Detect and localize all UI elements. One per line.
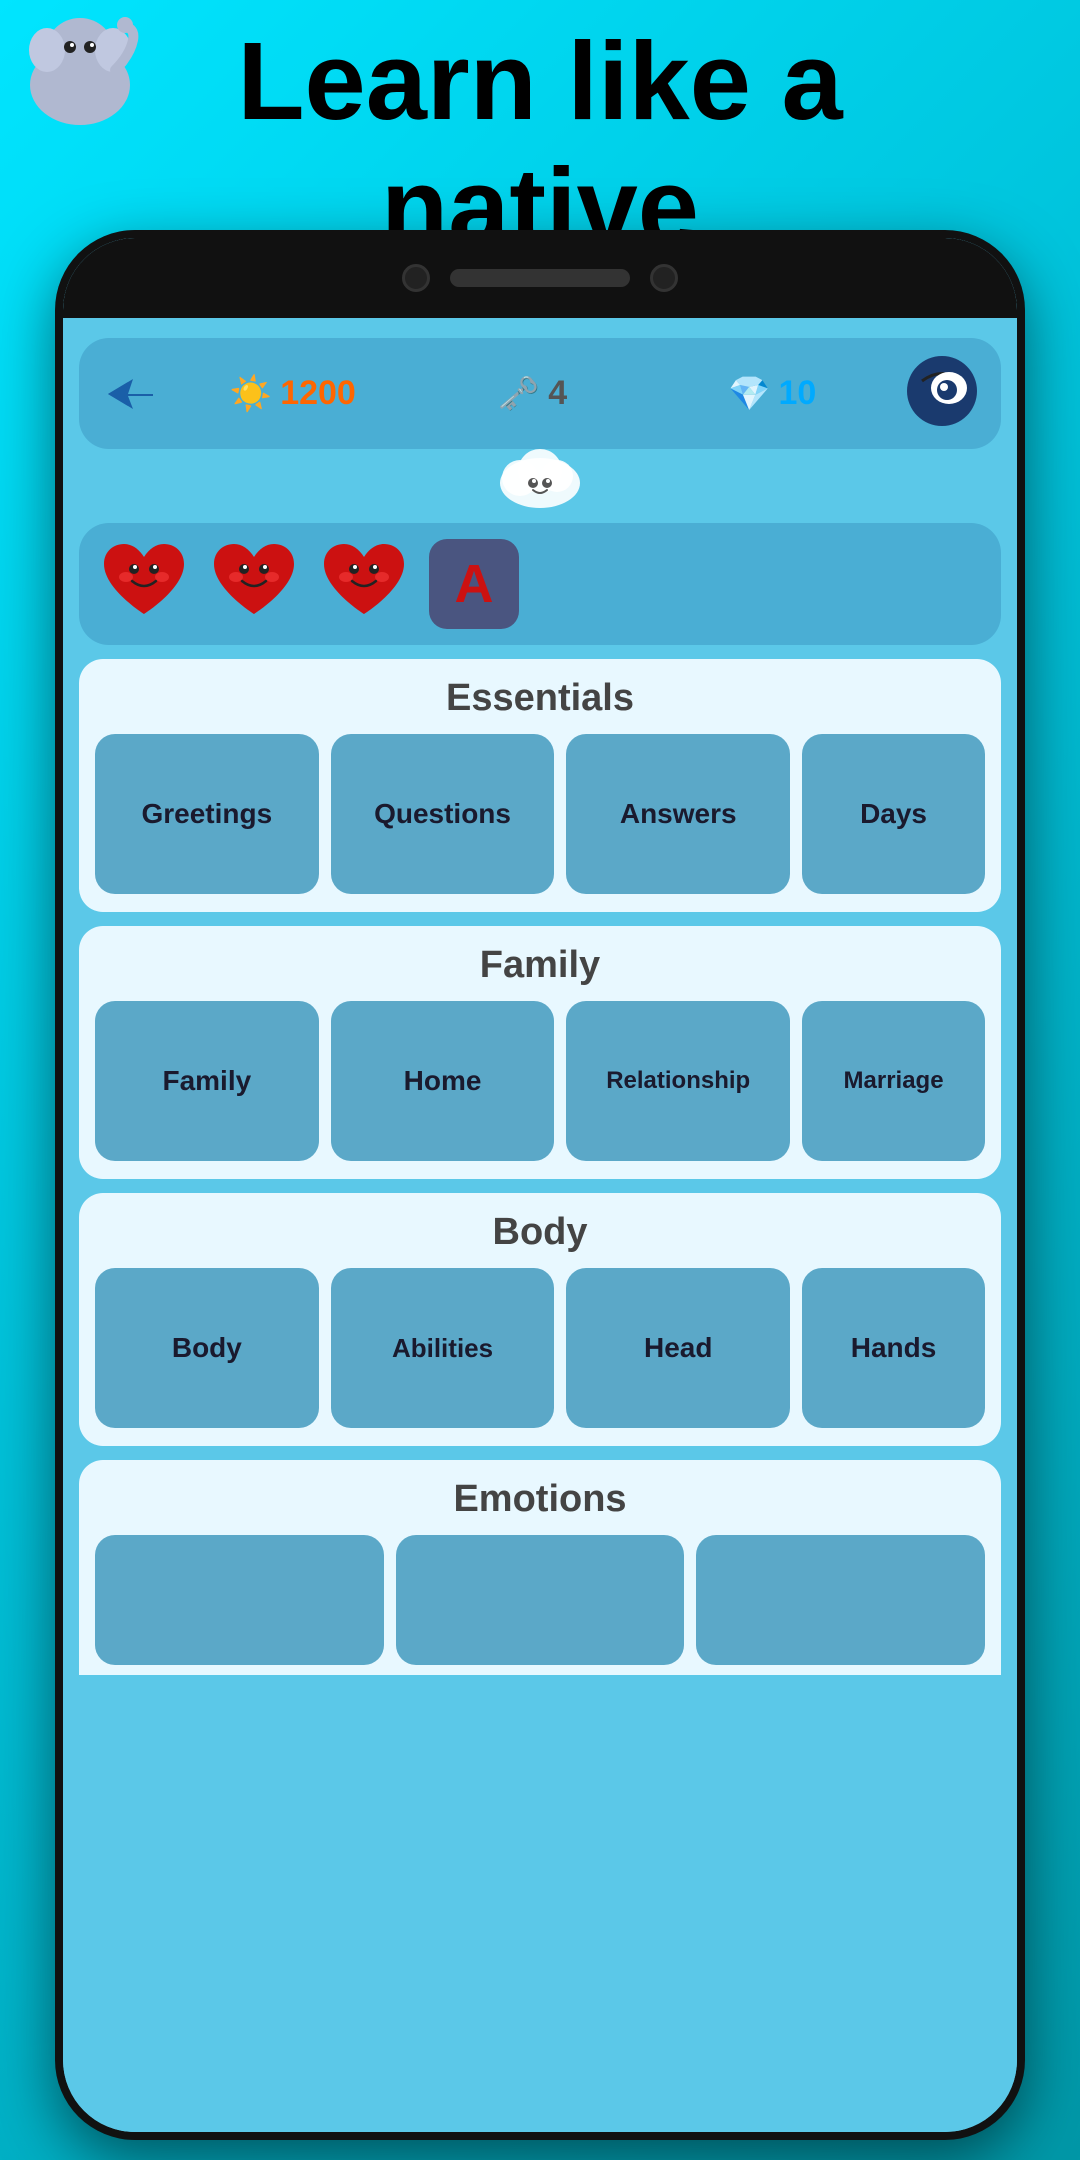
body-grid: Body Abilities Head Hands xyxy=(95,1268,985,1428)
item-home[interactable]: Home xyxy=(331,1001,555,1161)
xp-icon: ☀️ xyxy=(230,374,272,414)
emotions-grid xyxy=(95,1535,985,1665)
camera-right xyxy=(650,264,678,292)
cloud-mascot-container xyxy=(79,433,1001,513)
body-section: Body Body Abilities Head Hands xyxy=(79,1193,1001,1446)
item-greetings[interactable]: Greetings xyxy=(95,734,319,894)
key-value: 4 xyxy=(548,374,567,413)
heart-3 xyxy=(319,539,409,629)
item-abilities[interactable]: Abilities xyxy=(331,1268,555,1428)
item-head[interactable]: Head xyxy=(566,1268,790,1428)
heart-2 xyxy=(209,539,299,629)
phone-top-bar xyxy=(63,238,1017,318)
item-answers[interactable]: Answers xyxy=(566,734,790,894)
item-body[interactable]: Body xyxy=(95,1268,319,1428)
gem-value: 10 xyxy=(778,374,816,413)
item-emotion-3[interactable] xyxy=(696,1535,985,1665)
phone-screen: ☀️ 1200 🗝️ 4 💎 10 xyxy=(63,238,1017,2132)
hearts-row: A xyxy=(79,523,1001,645)
screen-content[interactable]: ☀️ 1200 🗝️ 4 💎 10 xyxy=(63,318,1017,2132)
item-emotion-2[interactable] xyxy=(396,1535,685,1665)
mascot-elephant xyxy=(15,15,145,140)
family-title: Family xyxy=(95,944,985,987)
back-arrow-icon[interactable] xyxy=(103,374,158,414)
family-section: Family Family Home Relationship Marriage xyxy=(79,926,1001,1179)
eye-mascot[interactable] xyxy=(907,356,977,431)
xp-stat: ☀️ 1200 xyxy=(188,374,398,414)
cloud-mascot-svg xyxy=(495,433,585,513)
essentials-section: Essentials Greetings Questions Answers D… xyxy=(79,659,1001,912)
item-hands[interactable]: Hands xyxy=(802,1268,985,1428)
key-stat: 🗝️ 4 xyxy=(428,374,638,414)
item-days[interactable]: Days xyxy=(802,734,985,894)
key-icon: 🗝️ xyxy=(498,374,540,414)
gem-icon: 💎 xyxy=(728,374,770,414)
emotions-title: Emotions xyxy=(95,1478,985,1521)
essentials-title: Essentials xyxy=(95,677,985,720)
camera-left xyxy=(402,264,430,292)
item-family[interactable]: Family xyxy=(95,1001,319,1161)
phone-speaker xyxy=(450,269,630,287)
item-emotion-1[interactable] xyxy=(95,1535,384,1665)
letter-a: A xyxy=(455,553,494,615)
item-marriage[interactable]: Marriage xyxy=(802,1001,985,1161)
letter-box-a[interactable]: A xyxy=(429,539,519,629)
emotions-section: Emotions xyxy=(79,1460,1001,1675)
essentials-grid: Greetings Questions Answers Days xyxy=(95,734,985,894)
item-relationship[interactable]: Relationship xyxy=(566,1001,790,1161)
item-questions[interactable]: Questions xyxy=(331,734,555,894)
heart-1 xyxy=(99,539,189,629)
body-title: Body xyxy=(95,1211,985,1254)
family-grid: Family Home Relationship Marriage xyxy=(95,1001,985,1161)
xp-value: 1200 xyxy=(280,374,356,413)
gem-stat: 💎 10 xyxy=(667,374,877,414)
phone-frame: ☀️ 1200 🗝️ 4 💎 10 xyxy=(55,230,1025,2140)
